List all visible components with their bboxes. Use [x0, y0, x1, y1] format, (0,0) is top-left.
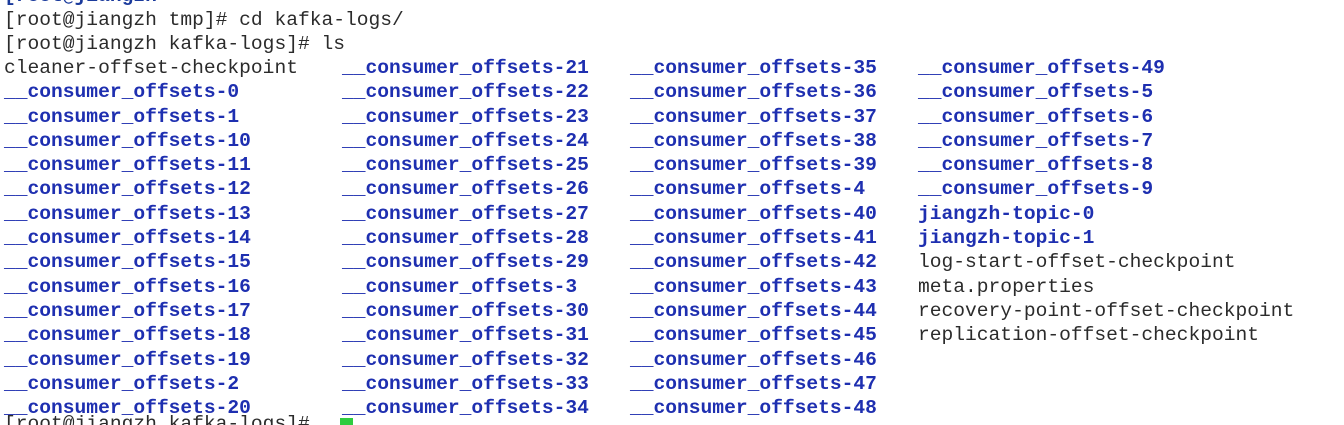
directory-entry: __consumer_offsets-35: [630, 57, 877, 79]
file-entry: log-start-offset-checkpoint: [918, 251, 1236, 274]
directory-entry: __consumer_offsets-48: [630, 397, 877, 420]
directory-entry: __consumer_offsets-38: [630, 129, 877, 152]
directory-entry: __consumer_offsets-7: [918, 129, 1154, 152]
directory-entry: __consumer_offsets-47: [630, 372, 877, 395]
directory-entry: __consumer_offsets-1: [4, 105, 240, 128]
directory-entry: __consumer_offsets-33: [342, 372, 589, 395]
command-line-cd: [root@jiangzh tmp]# cd kafka-logs/: [4, 9, 404, 31]
directory-entry: __consumer_offsets-26: [342, 178, 589, 201]
directory-entry: __consumer_offsets-23: [342, 105, 589, 128]
ls-column-1: cleaner-offset-checkpoint __consumer_offs…: [4, 56, 342, 420]
directory-entry: __consumer_offsets-34: [342, 397, 589, 420]
terminal-window[interactable]: [root@jiangzh [root@jiangzh tmp]# cd kaf…: [0, 0, 1344, 425]
directory-entry: __consumer_offsets-24: [342, 129, 589, 152]
directory-entry: __consumer_offsets-31: [342, 324, 589, 347]
directory-entry: jiangzh-topic-1: [918, 227, 1095, 250]
directory-entry: jiangzh-topic-0: [918, 202, 1095, 225]
directory-entry: __consumer_offsets-19: [4, 348, 251, 371]
directory-entry: __consumer_offsets-17: [4, 299, 251, 322]
directory-entry: __consumer_offsets-25: [342, 154, 589, 177]
current-prompt[interactable]: [root@jiangzh kafka-logs]#: [4, 412, 321, 425]
ls-column-3: __consumer_offsets-35 __consumer_offsets-…: [630, 56, 918, 420]
directory-entry: __consumer_offsets-36: [630, 81, 877, 104]
file-entry: recovery-point-offset-checkpoint: [918, 299, 1295, 322]
ls-column-4: __consumer_offsets-49 __consumer_offsets-…: [918, 56, 1338, 420]
directory-entry: __consumer_offsets-14: [4, 227, 251, 250]
ls-output: cleaner-offset-checkpoint __consumer_offs…: [4, 56, 1338, 420]
directory-entry: __consumer_offsets-13: [4, 202, 251, 225]
directory-entry: __consumer_offsets-18: [4, 324, 251, 347]
directory-entry: __consumer_offsets-49: [918, 57, 1165, 79]
directory-entry: __consumer_offsets-9: [918, 178, 1154, 201]
directory-entry: __consumer_offsets-12: [4, 178, 251, 201]
directory-entry: __consumer_offsets-27: [342, 202, 589, 225]
directory-entry: __consumer_offsets-22: [342, 81, 589, 104]
directory-entry: __consumer_offsets-28: [342, 227, 589, 250]
directory-entry: __consumer_offsets-3: [342, 275, 578, 298]
directory-entry: __consumer_offsets-30: [342, 299, 589, 322]
directory-entry: __consumer_offsets-2: [4, 372, 240, 395]
directory-entry: __consumer_offsets-32: [342, 348, 589, 371]
directory-entry: __consumer_offsets-43: [630, 275, 877, 298]
directory-entry: __consumer_offsets-6: [918, 105, 1154, 128]
directory-entry: __consumer_offsets-11: [4, 154, 251, 177]
directory-entry: __consumer_offsets-41: [630, 227, 877, 250]
directory-entry: __consumer_offsets-15: [4, 251, 251, 274]
terminal-cursor: [340, 418, 353, 425]
directory-entry: __consumer_offsets-5: [918, 81, 1154, 104]
directory-entry: __consumer_offsets-10: [4, 129, 251, 152]
directory-entry: __consumer_offsets-21: [342, 57, 589, 79]
directory-entry: __consumer_offsets-0: [4, 81, 240, 104]
command-line-ls: [root@jiangzh kafka-logs]# ls: [4, 33, 345, 55]
directory-entry: __consumer_offsets-44: [630, 299, 877, 322]
directory-entry: __consumer_offsets-46: [630, 348, 877, 371]
directory-entry: __consumer_offsets-8: [918, 154, 1154, 177]
directory-entry: __consumer_offsets-16: [4, 275, 251, 298]
directory-entry: __consumer_offsets-4: [630, 178, 866, 201]
directory-entry: __consumer_offsets-40: [630, 202, 877, 225]
file-entry: replication-offset-checkpoint: [918, 324, 1259, 347]
directory-entry: __consumer_offsets-45: [630, 324, 877, 347]
file-entry: meta.properties: [918, 275, 1095, 298]
file-entry: cleaner-offset-checkpoint: [4, 57, 298, 79]
directory-entry: __consumer_offsets-42: [630, 251, 877, 274]
directory-entry: __consumer_offsets-29: [342, 251, 589, 274]
ls-column-2: __consumer_offsets-21 __consumer_offsets-…: [342, 56, 630, 420]
directory-entry: __consumer_offsets-39: [630, 154, 877, 177]
directory-entry: __consumer_offsets-37: [630, 105, 877, 128]
